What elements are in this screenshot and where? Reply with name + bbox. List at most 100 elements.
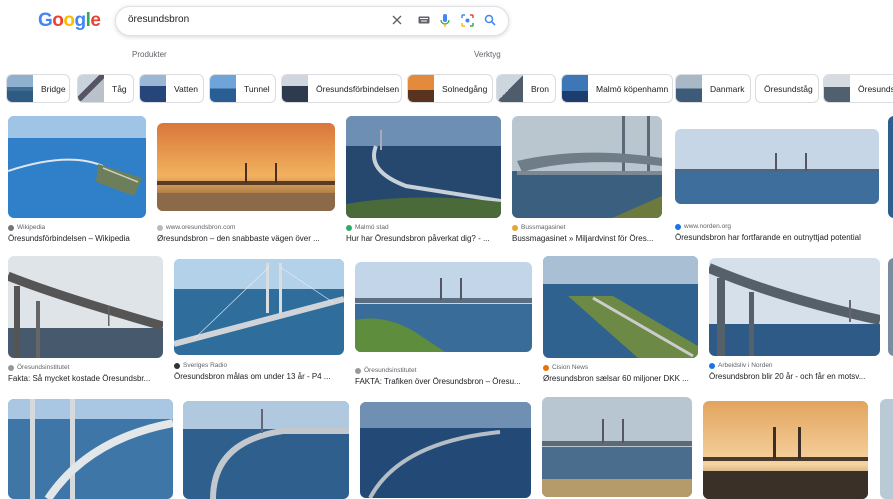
logo-letter: e bbox=[90, 10, 101, 31]
result-title[interactable]: Öresundsförbindelsen – Wikipedia bbox=[8, 234, 158, 243]
result-thumbnail[interactable] bbox=[355, 262, 532, 352]
result-thumbnail[interactable] bbox=[709, 258, 880, 356]
chip-label: Tåg bbox=[112, 83, 127, 94]
chip-thumbnail bbox=[78, 75, 104, 102]
result-thumbnail[interactable] bbox=[346, 116, 501, 218]
source-name: Wikipedia bbox=[17, 224, 46, 231]
radio-icon bbox=[174, 362, 180, 369]
result-title[interactable]: FAKTA: Trafiken över Öresundsbron – Öres… bbox=[355, 377, 532, 386]
source-name: Arbeidsliv i Norden bbox=[718, 362, 773, 369]
chip-bron[interactable]: Bron bbox=[496, 74, 556, 103]
chip-label: Solnedgång bbox=[442, 83, 488, 94]
result-thumbnail[interactable] bbox=[888, 258, 893, 356]
result-source: Bussmagasinet bbox=[512, 224, 565, 231]
chip-thumbnail bbox=[140, 75, 166, 102]
logo-letter: G bbox=[38, 10, 53, 31]
chip-vatten[interactable]: Vatten bbox=[139, 74, 204, 103]
cision-icon bbox=[543, 364, 549, 371]
chip-label: Tunnel bbox=[244, 83, 270, 94]
result-thumbnail[interactable] bbox=[360, 402, 531, 498]
result-title[interactable]: Fakta: Så mycket kostade Öresundsbr... bbox=[8, 374, 163, 383]
result-source: Sveriges Radio bbox=[174, 362, 227, 369]
result-thumbnail[interactable] bbox=[888, 116, 893, 218]
globe-icon bbox=[709, 362, 715, 369]
search-box[interactable]: öresundsbron bbox=[115, 6, 509, 36]
result-source: Öresundsinstitutet bbox=[8, 364, 69, 371]
chip-label: Öresundsförbindelsen bbox=[316, 83, 400, 94]
source-name: Öresundsinstitutet bbox=[17, 364, 70, 371]
chip-malmo-kopenhamn[interactable]: Malmö köpenhamn bbox=[561, 74, 673, 103]
result-thumbnail[interactable] bbox=[543, 256, 698, 358]
result-thumbnail[interactable] bbox=[880, 399, 893, 499]
chip-thumbnail bbox=[562, 75, 588, 102]
chip-label: Bridge bbox=[41, 83, 66, 94]
globe-icon bbox=[157, 224, 163, 231]
chip-label: Öresunds bbox=[858, 83, 893, 94]
result-source: www.oresundsbron.com bbox=[157, 224, 235, 231]
result-source: www.norden.org bbox=[675, 223, 731, 230]
chip-thumbnail bbox=[7, 75, 33, 102]
result-title[interactable]: Øresundsbron – den snabbaste vägen över … bbox=[157, 234, 335, 243]
result-title[interactable]: Hur har Öresundsbron påverkat dig? - ... bbox=[346, 234, 501, 243]
source-name: www.oresundsbron.com bbox=[166, 224, 236, 231]
chip-oresunds[interactable]: Öresunds bbox=[823, 74, 893, 103]
source-name: Sveriges Radio bbox=[183, 362, 228, 369]
source-name: Öresundsinstitutet bbox=[364, 367, 417, 374]
source-name: Cision News bbox=[552, 364, 589, 371]
chip-label: Öresundståg bbox=[764, 83, 813, 94]
chip-thumbnail bbox=[210, 75, 236, 102]
chip-label: Malmö köpenhamn bbox=[596, 83, 669, 94]
result-thumbnail[interactable] bbox=[8, 116, 146, 218]
malmo-icon bbox=[346, 224, 352, 231]
result-source: Arbeidsliv i Norden bbox=[709, 362, 773, 369]
chip-label: Vatten bbox=[174, 83, 198, 94]
result-thumbnail[interactable] bbox=[675, 129, 879, 204]
result-title[interactable]: Bussmagasinet » Miljardvinst för Öres... bbox=[512, 234, 662, 243]
close-icon[interactable] bbox=[389, 12, 405, 28]
chip-danmark[interactable]: Danmark bbox=[675, 74, 751, 103]
mic-icon[interactable] bbox=[437, 12, 453, 28]
result-thumbnail[interactable] bbox=[157, 123, 335, 211]
result-source: Öresundsinstitutet bbox=[355, 367, 416, 374]
result-source: Cision News bbox=[543, 364, 588, 371]
products-link[interactable]: Produkter bbox=[132, 50, 167, 59]
globe-icon bbox=[8, 364, 14, 371]
logo-letter: o bbox=[63, 10, 75, 31]
result-thumbnail[interactable] bbox=[183, 401, 349, 499]
search-icon[interactable] bbox=[482, 12, 498, 28]
wikipedia-icon bbox=[8, 224, 14, 231]
result-title[interactable]: Öresundsbron blir 20 år - och får en mot… bbox=[709, 372, 880, 381]
source-name: www.norden.org bbox=[684, 223, 731, 230]
result-thumbnail[interactable] bbox=[174, 259, 344, 355]
result-thumbnail[interactable] bbox=[8, 399, 173, 499]
globe-icon bbox=[675, 223, 681, 230]
result-thumbnail[interactable] bbox=[703, 401, 868, 499]
chip-oresundsforbindelsen[interactable]: Öresundsförbindelsen bbox=[281, 74, 402, 103]
source-name: Bussmagasinet bbox=[521, 224, 566, 231]
chip-solnedgang[interactable]: Solnedgång bbox=[407, 74, 493, 103]
globe-icon bbox=[355, 367, 361, 374]
chip-thumbnail bbox=[497, 75, 523, 102]
result-title[interactable]: Öresundsbron målas om under 13 år - P4 .… bbox=[174, 372, 344, 381]
source-name: Malmö stad bbox=[355, 224, 389, 231]
lens-icon[interactable] bbox=[459, 12, 475, 28]
bussmagasinet-icon bbox=[512, 224, 518, 231]
chip-tag[interactable]: Tåg bbox=[77, 74, 134, 103]
chip-thumbnail bbox=[408, 75, 434, 102]
result-title[interactable]: Øresundsbron sælsar 60 miljoner DKK ... bbox=[543, 374, 698, 383]
chip-tunnel[interactable]: Tunnel bbox=[209, 74, 276, 103]
logo-letter: o bbox=[52, 10, 64, 31]
filter-chips: Bridge Tåg Vatten Tunnel Öresundsförbind… bbox=[6, 74, 893, 104]
chip-label: Bron bbox=[531, 83, 549, 94]
tools-link[interactable]: Verktyg bbox=[474, 50, 501, 59]
result-thumbnail[interactable] bbox=[512, 116, 662, 218]
keyboard-icon[interactable] bbox=[416, 12, 432, 28]
chip-bridge[interactable]: Bridge bbox=[6, 74, 70, 103]
result-thumbnail[interactable] bbox=[542, 397, 692, 497]
result-title[interactable]: Öresundsbron har fortfarande en outnyttj… bbox=[675, 233, 879, 242]
google-logo[interactable]: Google bbox=[38, 10, 101, 32]
search-input[interactable]: öresundsbron bbox=[128, 14, 189, 25]
result-thumbnail[interactable] bbox=[8, 256, 163, 358]
logo-letter: g bbox=[74, 10, 87, 31]
chip-oresundstag[interactable]: Öresundståg bbox=[755, 74, 819, 103]
